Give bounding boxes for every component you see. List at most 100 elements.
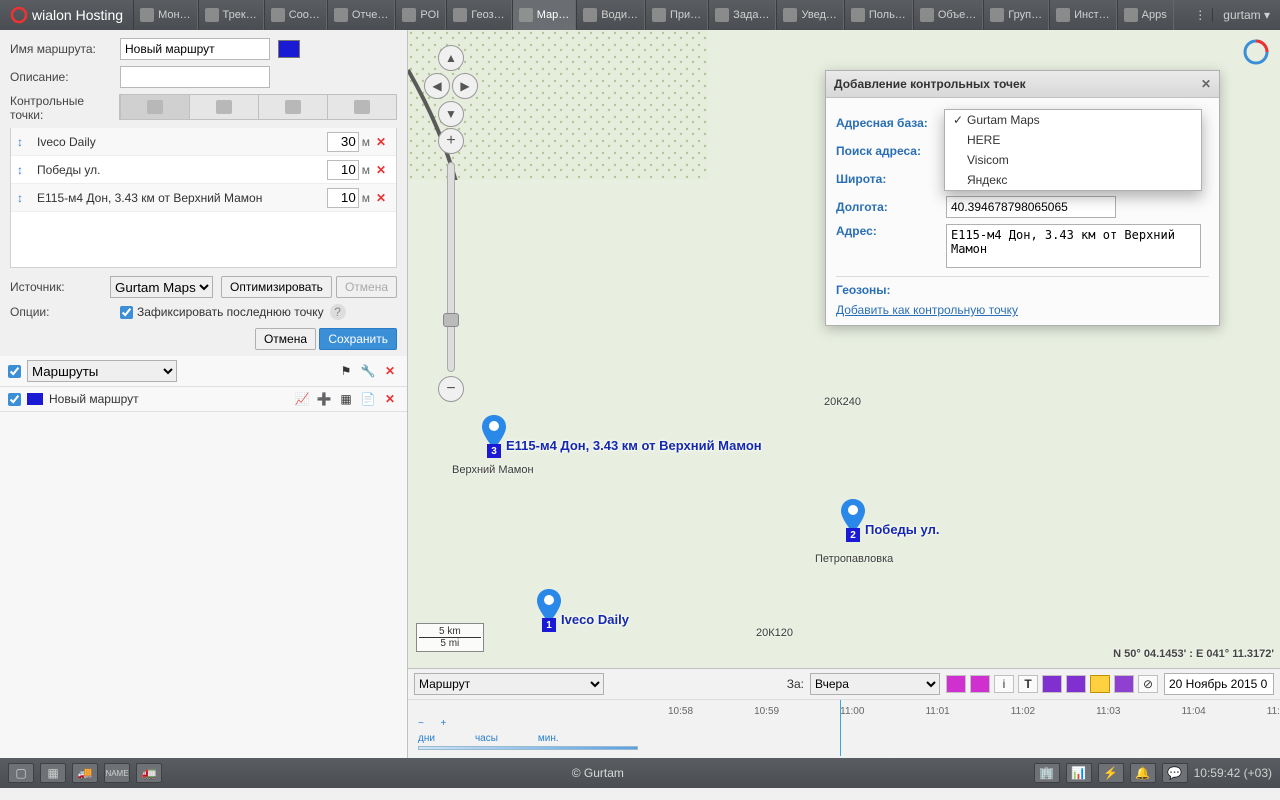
delete-route-icon[interactable]: ✕	[381, 391, 399, 407]
cp-delete-icon[interactable]: ✕	[376, 191, 390, 205]
cp-tab-link[interactable]	[189, 95, 258, 119]
track-period-select[interactable]: Вчера	[810, 673, 940, 695]
vehicle2-icon[interactable]: 🚛	[136, 763, 162, 783]
place-label: Верхний Мамон	[452, 464, 534, 476]
wrench-icon[interactable]: 🔧	[359, 363, 377, 379]
routes-check-all[interactable]	[8, 365, 21, 378]
route-item-checkbox[interactable]	[8, 393, 21, 406]
marker-label: Е115-м4 Дон, 3.43 км от Верхний Мамон	[506, 438, 762, 453]
chart-icon[interactable]: 📈	[293, 391, 311, 407]
menu-more-icon[interactable]: ⋮	[1188, 8, 1212, 22]
pan-up-icon[interactable]: ▲	[438, 45, 464, 71]
tl-grid-icon[interactable]	[1066, 675, 1086, 693]
nav-tab-9[interactable]: Зада…	[708, 0, 776, 30]
grid-icon[interactable]: ▦	[337, 391, 355, 407]
route-color-swatch[interactable]	[278, 40, 300, 58]
addrbase-option[interactable]: HERE	[945, 130, 1201, 150]
save-button[interactable]: Сохранить	[319, 328, 397, 350]
nav-tab-4[interactable]: POI	[395, 0, 446, 30]
cp-delete-icon[interactable]: ✕	[376, 163, 390, 177]
marker-label: Победы ул.	[865, 522, 939, 537]
help-icon[interactable]: ?	[330, 304, 346, 320]
pan-right-icon[interactable]: ▶	[452, 73, 478, 99]
cp-unit: м	[362, 191, 370, 205]
track-date-field[interactable]	[1164, 673, 1274, 695]
close-icon[interactable]: ✕	[1201, 77, 1211, 91]
pan-down-icon[interactable]: ▼	[438, 101, 464, 127]
tl-zoom-out-icon[interactable]	[946, 675, 966, 693]
nav-tab-10[interactable]: Увед…	[776, 0, 843, 30]
user-menu[interactable]: gurtam ▾	[1212, 8, 1280, 22]
nav-tab-2[interactable]: Соо…	[264, 0, 327, 30]
add-flag-icon[interactable]: ➕	[315, 391, 333, 407]
tl-clear-icon[interactable]: ⊘	[1138, 675, 1158, 693]
place-label: 20К120	[756, 627, 793, 639]
zoom-slider[interactable]	[447, 162, 455, 372]
route-desc-label: Описание:	[10, 70, 120, 84]
view-mode1-icon[interactable]: ▢	[8, 763, 34, 783]
drag-icon[interactable]: ↕	[17, 191, 31, 205]
status-icon2[interactable]: 📊	[1066, 763, 1092, 783]
add-as-checkpoint-link[interactable]: Добавить как контрольную точку	[836, 303, 1018, 317]
cp-tab-map[interactable]	[120, 95, 189, 119]
status-icon4[interactable]: 🔔	[1130, 763, 1156, 783]
fix-last-checkbox[interactable]	[120, 306, 133, 319]
lon-input[interactable]	[946, 196, 1116, 218]
status-icon1[interactable]: 🏢	[1034, 763, 1060, 783]
cp-radius-input[interactable]	[327, 132, 359, 152]
source-select[interactable]: Gurtam Maps	[110, 276, 213, 298]
tl-info-icon[interactable]: i	[994, 675, 1014, 693]
route-item-name[interactable]: Новый маршрут	[49, 392, 139, 406]
optimize-button[interactable]: Оптимизировать	[221, 276, 332, 298]
chain-icon	[354, 100, 370, 114]
nav-tab-14[interactable]: Инст…	[1049, 0, 1117, 30]
address-input[interactable]: Е115-м4 Дон, 3.43 км от Верхний Мамон	[946, 224, 1201, 268]
cp-radius-input[interactable]	[327, 160, 359, 180]
tl-seg-icon[interactable]	[1042, 675, 1062, 693]
tl-rect1-icon[interactable]	[1090, 675, 1110, 693]
delete-all-icon[interactable]: ✕	[381, 363, 399, 379]
marker-number: 2	[846, 528, 860, 542]
vehicle-label-icon[interactable]: NAME	[104, 763, 130, 783]
status-icon5[interactable]: 💬	[1162, 763, 1188, 783]
nav-tab-0[interactable]: Мон…	[133, 0, 197, 30]
nav-tab-7[interactable]: Води…	[576, 0, 645, 30]
addrbase-option[interactable]: Яндекс	[945, 170, 1201, 190]
route-name-input[interactable]	[120, 38, 270, 60]
drag-icon[interactable]: ↕	[17, 135, 31, 149]
cancel-opt-button[interactable]: Отмена	[336, 276, 397, 298]
nav-tab-3[interactable]: Отче…	[327, 0, 395, 30]
tl-text-icon[interactable]: T	[1018, 675, 1038, 693]
cp-delete-icon[interactable]: ✕	[376, 135, 390, 149]
routes-filter-select[interactable]: Маршруты	[27, 360, 177, 382]
cancel-button[interactable]: Отмена	[255, 328, 316, 350]
nav-tab-15[interactable]: Apps	[1117, 0, 1174, 30]
status-icon3[interactable]: ⚡	[1098, 763, 1124, 783]
nav-tab-6[interactable]: Мар…	[512, 0, 577, 30]
route-desc-input[interactable]	[120, 66, 270, 88]
cp-radius-input[interactable]	[327, 188, 359, 208]
drag-icon[interactable]: ↕	[17, 163, 31, 177]
nav-tab-5[interactable]: Геоз…	[446, 0, 511, 30]
track-route-select[interactable]: Маршрут	[414, 673, 604, 695]
cp-tab-geofence[interactable]	[327, 95, 396, 119]
nav-tab-12[interactable]: Объе…	[913, 0, 983, 30]
nav-tab-13[interactable]: Груп…	[983, 0, 1049, 30]
timeline-tick: 10:58	[668, 706, 693, 717]
vehicle1-icon[interactable]: 🚚	[72, 763, 98, 783]
zoom-out-button[interactable]: −	[438, 376, 464, 402]
addrbase-option[interactable]: Visicom	[945, 150, 1201, 170]
nav-tab-8[interactable]: При…	[645, 0, 708, 30]
nav-tab-11[interactable]: Поль…	[844, 0, 913, 30]
addrbase-option[interactable]: ✓Gurtam Maps	[945, 110, 1201, 130]
nav-tab-1[interactable]: Трек…	[198, 0, 264, 30]
copy-icon[interactable]: 📄	[359, 391, 377, 407]
zoom-in-button[interactable]: +	[438, 128, 464, 154]
cp-tab-poi[interactable]	[258, 95, 327, 119]
tl-zoom-in-icon[interactable]	[970, 675, 990, 693]
pan-left-icon[interactable]: ◀	[424, 73, 450, 99]
flag-icon[interactable]: ⚑	[337, 363, 355, 379]
view-mode2-icon[interactable]: ▦	[40, 763, 66, 783]
route-name-label: Имя маршрута:	[10, 42, 120, 56]
tl-rect2-icon[interactable]	[1114, 675, 1134, 693]
